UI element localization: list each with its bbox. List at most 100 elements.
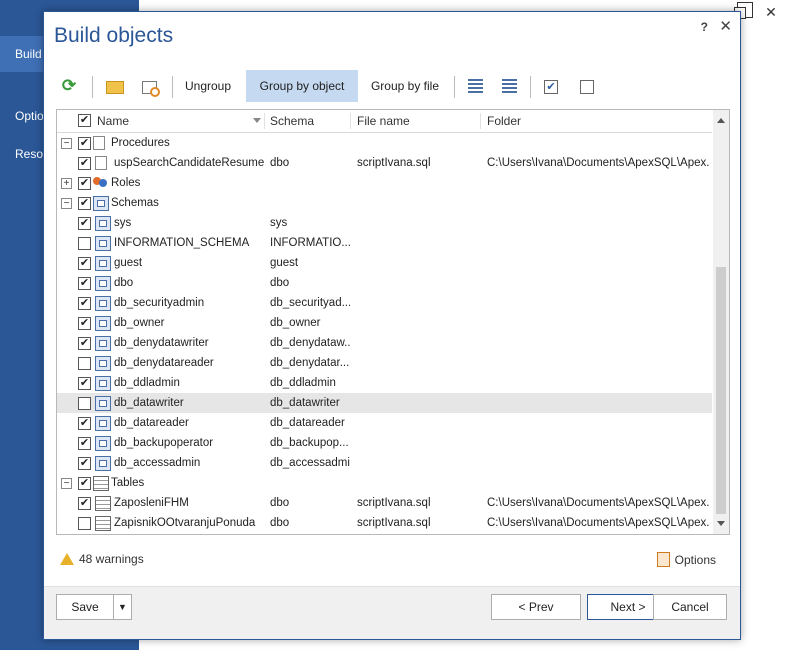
table-row[interactable]: ✔ ZaposleniFHM dbo scriptIvana.sql C:\Users\…: [57, 493, 712, 513]
toolbar-separator: [530, 76, 531, 98]
row-checkbox[interactable]: [78, 237, 91, 250]
cell-file-name: [357, 233, 477, 253]
table-row[interactable]: ✔ dbo dbo: [57, 273, 712, 293]
row-checkbox[interactable]: [78, 517, 91, 530]
cell-file-name: [357, 213, 477, 233]
column-header-folder[interactable]: Folder: [487, 110, 521, 132]
table-row[interactable]: ✔ db_securityadmin db_securityad...: [57, 293, 712, 313]
column-header-schema[interactable]: Schema: [270, 110, 314, 132]
row-checkbox[interactable]: ✔: [78, 297, 91, 310]
scroll-down-arrow-icon[interactable]: [717, 521, 725, 526]
table-row[interactable]: ✔ db_denydatawriter db_denydataw...: [57, 333, 712, 353]
cell-schema: guest: [270, 257, 299, 269]
row-checkbox[interactable]: ✔: [78, 417, 91, 430]
cancel-button[interactable]: Cancel: [653, 594, 727, 620]
group-row[interactable]: − ✔ Schemas: [57, 193, 712, 213]
group-by-object-button[interactable]: Group by object: [246, 70, 358, 102]
close-icon[interactable]: ✕: [763, 4, 779, 21]
group-row[interactable]: − ✔ Tables: [57, 473, 712, 493]
checked-box-icon: ✔: [544, 80, 558, 94]
cell-folder: [487, 393, 709, 413]
cell-folder: [487, 253, 709, 273]
cell-schema: dbo: [270, 497, 290, 509]
row-checkbox[interactable]: [78, 397, 91, 410]
save-dropdown-button[interactable]: ▼: [113, 594, 132, 620]
table-row[interactable]: ZapisnikOOtvaranjuPonuda dbo scriptIvana.s…: [57, 513, 712, 533]
cell-name: db_ddladmin: [114, 377, 180, 389]
group-by-file-button[interactable]: Group by file: [364, 70, 446, 102]
table-row[interactable]: ✔ db_accessadmin db_accessadmin: [57, 453, 712, 473]
expand-all-button[interactable]: [462, 70, 488, 102]
row-checkbox[interactable]: ✔: [78, 197, 91, 210]
row-checkbox[interactable]: ✔: [78, 317, 91, 330]
expand-icon[interactable]: +: [61, 178, 72, 189]
row-checkbox[interactable]: ✔: [78, 137, 91, 150]
group-row[interactable]: − ✔ Procedures: [57, 133, 712, 153]
table-row[interactable]: ✔ db_datareader db_datareader: [57, 413, 712, 433]
check-all-button[interactable]: ✔: [538, 70, 564, 102]
cell-name: db_backupoperator: [114, 437, 214, 449]
grid-header: ✔ Name Schema File name Folder: [57, 110, 712, 133]
cell-file-name: [357, 253, 477, 273]
ungroup-button[interactable]: Ungroup: [178, 70, 238, 102]
refresh-icon: ⟳: [61, 76, 77, 95]
dialog-close-button[interactable]: ✕: [719, 17, 732, 35]
cell-folder: [487, 373, 709, 393]
cell-folder: [487, 213, 709, 233]
table-row[interactable]: db_datawriter db_datawriter: [57, 393, 712, 413]
table-row[interactable]: ✔ db_ddladmin db_ddladmin: [57, 373, 712, 393]
row-checkbox[interactable]: ✔: [78, 257, 91, 270]
schema-icon: [95, 276, 111, 291]
table-row[interactable]: INFORMATION_SCHEMA INFORMATIO...: [57, 233, 712, 253]
collapse-icon[interactable]: −: [61, 138, 72, 149]
schema-icon: [95, 296, 111, 311]
table-row[interactable]: ✔ uspSearchCandidateResumes dbo scriptIvana…: [57, 153, 712, 173]
prev-button[interactable]: < Prev: [491, 594, 581, 620]
table-row[interactable]: ✔ sys sys: [57, 213, 712, 233]
refresh-button[interactable]: ⟳: [56, 70, 82, 102]
column-separator[interactable]: [480, 113, 481, 129]
scrollbar-thumb[interactable]: [716, 267, 726, 514]
row-checkbox[interactable]: ✔: [78, 337, 91, 350]
row-checkbox[interactable]: ✔: [78, 437, 91, 450]
save-button[interactable]: Save: [56, 594, 113, 620]
toolbar-separator: [454, 76, 455, 98]
schema-icon: [95, 236, 111, 251]
cell-folder: [487, 173, 709, 193]
open-folder-button[interactable]: [102, 70, 128, 102]
collapse-all-button[interactable]: [496, 70, 522, 102]
column-header-file-name[interactable]: File name: [357, 110, 410, 132]
row-checkbox[interactable]: ✔: [78, 277, 91, 290]
row-checkbox[interactable]: ✔: [78, 377, 91, 390]
expand-all-icon: [467, 79, 483, 93]
group-row[interactable]: + ✔ Roles: [57, 173, 712, 193]
cell-file-name: [357, 333, 477, 353]
select-all-checkbox[interactable]: ✔: [78, 114, 91, 127]
table-row[interactable]: ✔ guest guest: [57, 253, 712, 273]
collapse-icon[interactable]: −: [61, 198, 72, 209]
row-checkbox[interactable]: ✔: [78, 497, 91, 510]
row-checkbox[interactable]: ✔: [78, 157, 91, 170]
options-button[interactable]: Options: [656, 552, 716, 567]
table-row[interactable]: ✔ db_owner db_owner: [57, 313, 712, 333]
row-checkbox[interactable]: ✔: [78, 217, 91, 230]
row-checkbox[interactable]: ✔: [78, 477, 91, 490]
cell-folder: [487, 453, 709, 473]
row-checkbox[interactable]: ✔: [78, 177, 91, 190]
vertical-scrollbar[interactable]: [713, 110, 729, 534]
scroll-up-arrow-icon[interactable]: [717, 118, 725, 123]
cell-schema: [270, 473, 350, 493]
column-separator[interactable]: [264, 113, 265, 129]
uncheck-all-button[interactable]: [574, 70, 600, 102]
column-separator[interactable]: [350, 113, 351, 129]
row-checkbox[interactable]: [78, 357, 91, 370]
row-checkbox[interactable]: ✔: [78, 457, 91, 470]
table-row[interactable]: db_denydatareader db_denydatar...: [57, 353, 712, 373]
cell-name: sys: [114, 217, 132, 229]
collapse-icon[interactable]: −: [61, 478, 72, 489]
column-header-name[interactable]: Name: [97, 110, 129, 132]
table-row[interactable]: ✔ db_backupoperator db_backupop...: [57, 433, 712, 453]
warnings-indicator[interactable]: 48 warnings: [60, 552, 144, 566]
find-button[interactable]: [136, 70, 162, 102]
help-button[interactable]: ?: [701, 20, 708, 34]
